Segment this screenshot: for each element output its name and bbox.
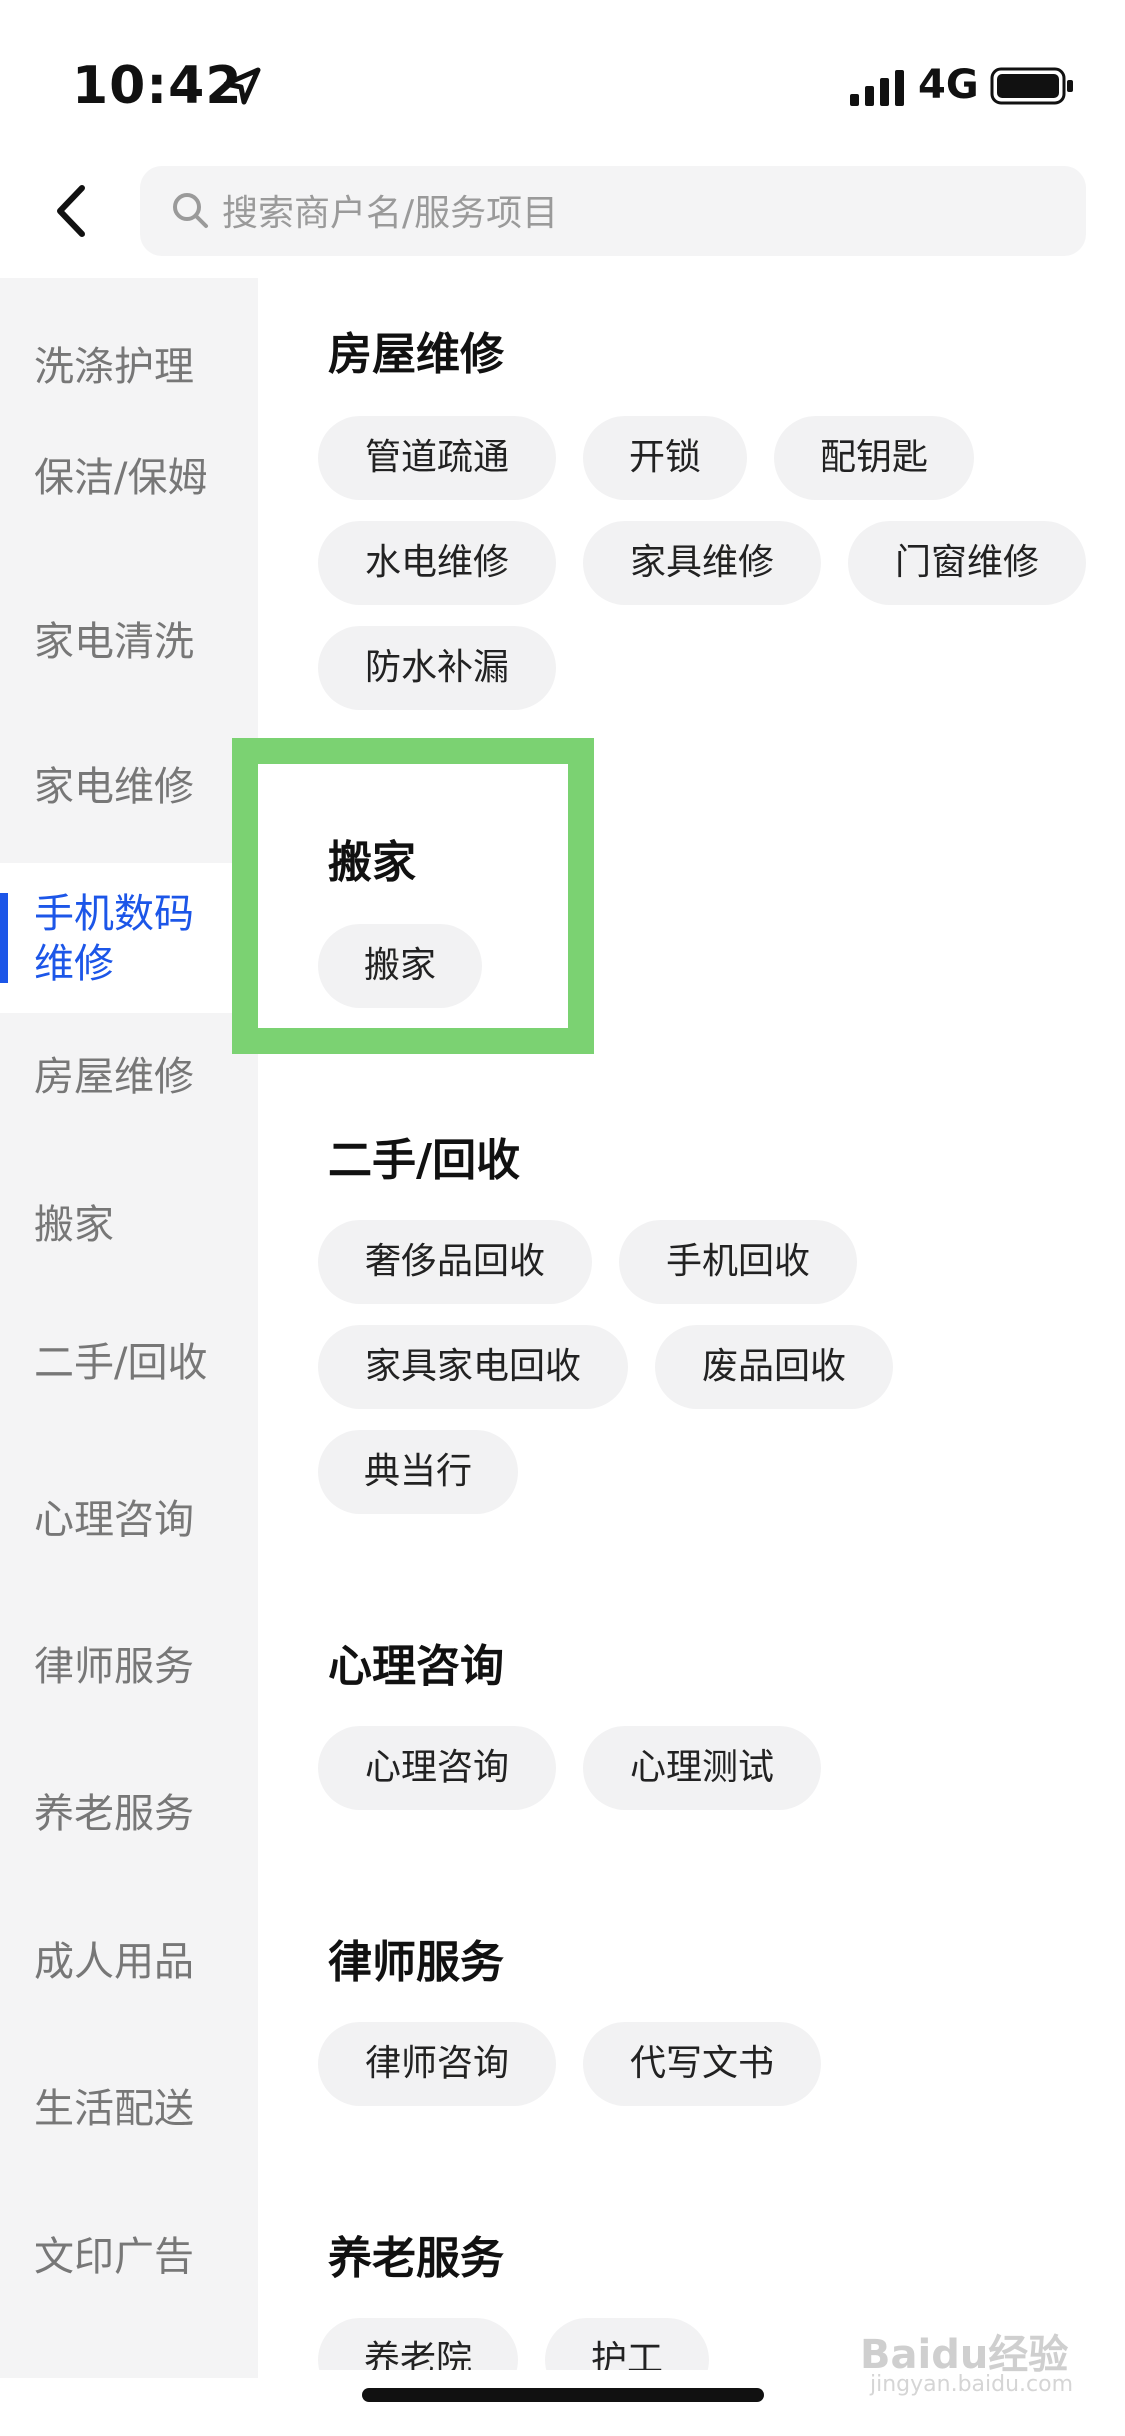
section-title: 房屋维修 bbox=[328, 329, 504, 380]
location-arrow-icon bbox=[223, 67, 261, 105]
sidebar-item-appliance-repair[interactable]: 家电维修 bbox=[0, 738, 258, 838]
search-placeholder: 搜索商户名/服务项目 bbox=[222, 193, 559, 234]
service-chip[interactable]: 奢侈品回收 bbox=[318, 1220, 592, 1304]
watermark-url: jingyan.baidu.com bbox=[870, 2372, 1074, 2397]
sidebar-item-house-repair[interactable]: 房屋维修 bbox=[0, 1028, 258, 1128]
service-chip[interactable]: 典当行 bbox=[318, 1430, 518, 1514]
battery-icon bbox=[990, 67, 1073, 105]
service-chip[interactable]: 配钥匙 bbox=[774, 416, 974, 500]
network-type: 4G bbox=[918, 62, 979, 108]
section-title: 律师服务 bbox=[328, 1937, 504, 1988]
service-chip[interactable]: 管道疏通 bbox=[318, 416, 556, 500]
cellular-signal-icon bbox=[850, 70, 904, 106]
status-time: 10:42 bbox=[72, 56, 243, 116]
sidebar-item-lawyer[interactable]: 律师服务 bbox=[0, 1618, 258, 1718]
service-chip[interactable]: 代写文书 bbox=[583, 2022, 821, 2106]
service-chip[interactable]: 防水补漏 bbox=[318, 626, 556, 710]
back-button[interactable] bbox=[40, 176, 100, 246]
home-indicator[interactable] bbox=[362, 2388, 764, 2402]
sidebar-item-label: 家电清洗 bbox=[34, 619, 194, 665]
service-chip[interactable]: 律师咨询 bbox=[318, 2022, 556, 2106]
section-title: 心理咨询 bbox=[328, 1641, 504, 1692]
sidebar-item-label: 手机数码维修 bbox=[34, 891, 194, 987]
section-title: 养老服务 bbox=[328, 2233, 504, 2284]
sidebar-item-moving[interactable]: 搬家 bbox=[0, 1176, 258, 1276]
search-icon bbox=[173, 193, 208, 228]
service-chip[interactable]: 心理测试 bbox=[583, 1726, 821, 1810]
service-chip[interactable]: 心理咨询 bbox=[318, 1726, 556, 1810]
service-chip[interactable]: 搬家 bbox=[318, 924, 482, 1008]
sidebar-item-label: 二手/回收 bbox=[34, 1340, 208, 1386]
sidebar-item-label: 养老服务 bbox=[34, 1791, 194, 1837]
sidebar-item-adult-products[interactable]: 成人用品 bbox=[0, 1913, 258, 2013]
sidebar-item-psychology[interactable]: 心理咨询 bbox=[0, 1471, 258, 1571]
service-chip[interactable]: 家具维修 bbox=[583, 521, 821, 605]
sidebar-item-printing[interactable]: 文印广告 bbox=[0, 2208, 258, 2308]
sidebar-item-label: 文印广告 bbox=[34, 2234, 194, 2280]
sidebar-item-phone-repair[interactable]: 手机数码维修 bbox=[0, 863, 258, 1013]
service-chip[interactable]: 家具家电回收 bbox=[318, 1325, 628, 1409]
service-chip[interactable]: 手机回收 bbox=[619, 1220, 857, 1304]
sidebar-item-elderly-care[interactable]: 养老服务 bbox=[0, 1765, 258, 1865]
sidebar-item-cleaning[interactable]: 保洁/保姆 bbox=[0, 433, 258, 573]
service-chip[interactable]: 门窗维修 bbox=[848, 521, 1086, 605]
service-chip[interactable]: 水电维修 bbox=[318, 521, 556, 605]
sidebar-item-label: 洗涤护理 bbox=[34, 344, 194, 390]
sidebar-item-laundry[interactable]: 洗涤护理 bbox=[0, 318, 258, 418]
service-chip[interactable]: 废品回收 bbox=[655, 1325, 893, 1409]
active-indicator bbox=[0, 893, 8, 983]
sidebar-item-label: 保洁/保姆 bbox=[34, 455, 208, 501]
sidebar-item-label: 生活配送 bbox=[34, 2086, 194, 2132]
section-title: 二手/回收 bbox=[328, 1135, 521, 1186]
sidebar-item-delivery[interactable]: 生活配送 bbox=[0, 2060, 258, 2160]
service-chip[interactable]: 开锁 bbox=[583, 416, 747, 500]
section-title: 搬家 bbox=[328, 837, 416, 888]
sidebar-item-label: 搬家 bbox=[34, 1202, 114, 1248]
sidebar-item-label: 成人用品 bbox=[34, 1939, 194, 1985]
sidebar-item-label: 房屋维修 bbox=[34, 1054, 194, 1100]
category-sidebar: 洗涤护理 保洁/保姆 家电清洗 家电维修 手机数码维修 房屋维修 搬家 二手/回… bbox=[0, 278, 258, 2378]
sidebar-item-recycling[interactable]: 二手/回收 bbox=[0, 1318, 258, 1458]
sidebar-item-appliance-cleaning[interactable]: 家电清洗 bbox=[0, 593, 258, 693]
sidebar-item-label: 家电维修 bbox=[34, 764, 194, 810]
status-bar: 10:42 4G bbox=[0, 0, 1125, 160]
sidebar-item-label: 心理咨询 bbox=[34, 1497, 194, 1543]
sidebar-item-label: 律师服务 bbox=[34, 1644, 194, 1690]
